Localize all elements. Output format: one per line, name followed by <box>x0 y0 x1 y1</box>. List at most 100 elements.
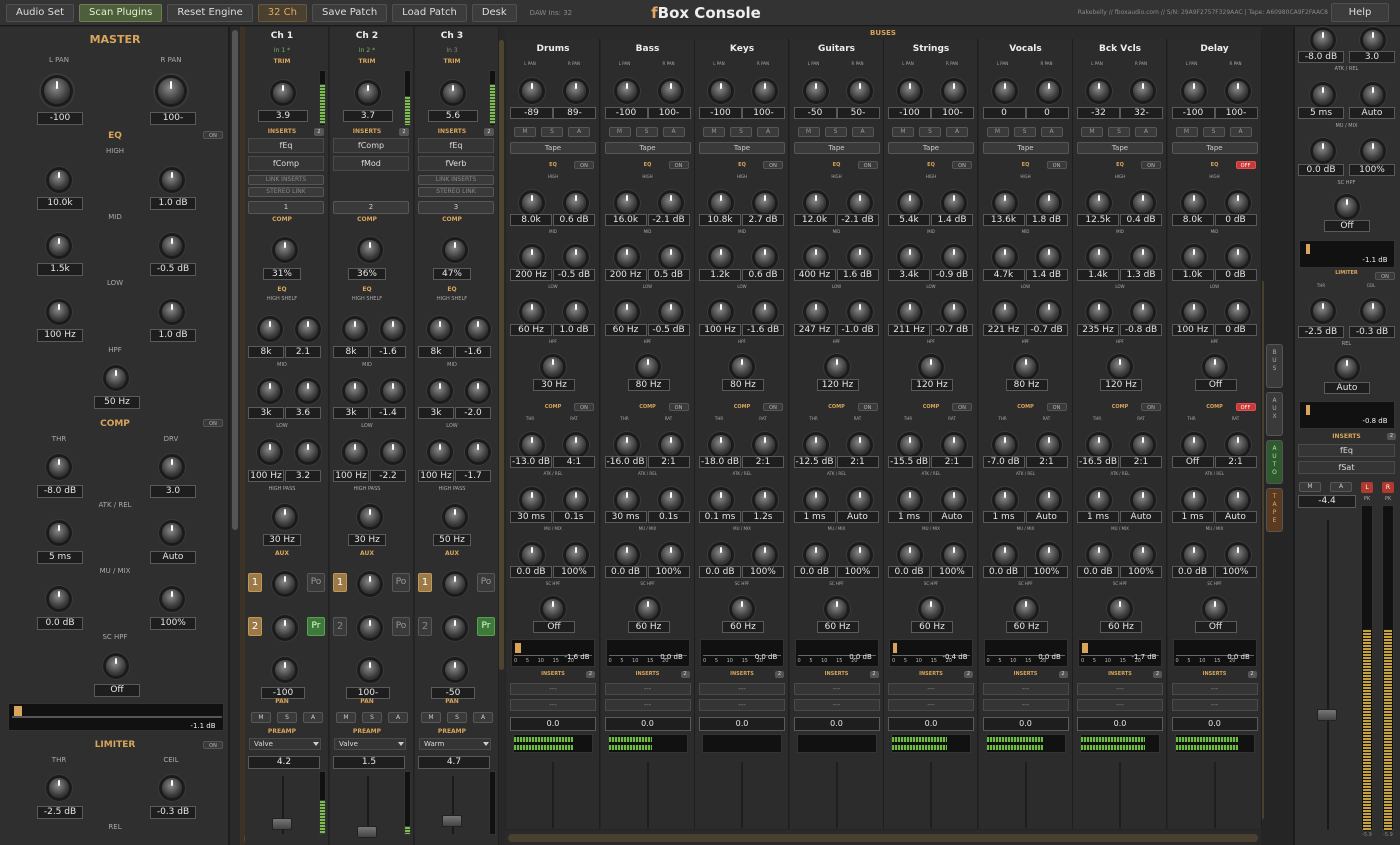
master-eq-on-button[interactable]: ON <box>203 131 223 139</box>
bus-insert-slot-1[interactable]: --- <box>604 683 691 695</box>
bus-insert-slot-1[interactable]: --- <box>793 683 880 695</box>
bus-tape-button[interactable]: Tape <box>604 142 691 154</box>
comp-drv-knob[interactable] <box>162 457 182 477</box>
bus-low-gain-knob[interactable] <box>1227 302 1248 322</box>
bus-m-button[interactable]: M <box>797 127 820 137</box>
bus-thr-knob[interactable] <box>1089 435 1109 455</box>
insert-slot-1[interactable]: fEq <box>248 138 324 153</box>
bus-s-button[interactable]: S <box>1108 127 1130 137</box>
bus-eq-on-button[interactable]: ON <box>952 161 972 169</box>
bus-tape-button[interactable]: Tape <box>1171 142 1258 154</box>
bus-insert-slot-2[interactable]: --- <box>510 699 596 711</box>
aux2-level-knob[interactable] <box>275 618 295 638</box>
bus-m-button[interactable]: M <box>514 127 536 137</box>
l-pan-knob[interactable] <box>44 78 70 104</box>
right-atk-knob[interactable] <box>1313 85 1333 105</box>
aux1-level-knob[interactable] <box>275 574 295 594</box>
bus-atk-knob[interactable] <box>900 490 920 510</box>
bus-high-freq-knob[interactable] <box>616 193 637 213</box>
insert-slot-2[interactable]: fVerb <box>418 156 494 171</box>
bus-rel-knob[interactable] <box>1038 490 1059 510</box>
bus-mid-gain-knob[interactable] <box>1133 247 1153 267</box>
bus-mid-gain-knob[interactable] <box>660 247 681 267</box>
mid-freq-knob[interactable] <box>430 381 450 401</box>
bus-l-pan-knob[interactable] <box>1183 81 1204 101</box>
channel-comp-knob[interactable] <box>275 240 295 260</box>
channel-number-button[interactable]: 3 <box>418 201 494 214</box>
right-limiter-on-button[interactable]: ON <box>1375 272 1395 280</box>
bus-atk-knob[interactable] <box>711 490 731 510</box>
bus-r-pan-knob[interactable] <box>849 81 870 101</box>
side-tab-aux[interactable]: AUX <box>1266 392 1283 436</box>
aux1-send-button[interactable]: 1 <box>248 573 262 592</box>
bus-mu-knob[interactable] <box>616 545 637 565</box>
bus-r-pan-knob[interactable] <box>1133 81 1153 101</box>
r-pan-knob[interactable] <box>158 78 184 104</box>
bus-mix-knob[interactable] <box>1038 545 1059 565</box>
channel-comp-knob[interactable] <box>445 240 465 260</box>
bus-low-freq-knob[interactable] <box>805 302 826 322</box>
bus-rat-knob[interactable] <box>566 435 586 455</box>
bus-r-pan-knob[interactable] <box>1038 81 1059 101</box>
bus-l-pan-knob[interactable] <box>1089 81 1109 101</box>
bus-insert-slot-2[interactable]: --- <box>888 699 974 711</box>
hs-gain-knob[interactable] <box>468 319 488 339</box>
bus-insert-slot-2[interactable]: --- <box>793 699 880 711</box>
bus-rat-knob[interactable] <box>1227 435 1248 455</box>
bus-a-button[interactable]: A <box>757 127 779 137</box>
bus-sc-hpf-knob[interactable] <box>826 599 847 619</box>
bus-a-button[interactable]: A <box>946 127 968 137</box>
bus-tape-button[interactable]: Tape <box>888 142 974 154</box>
bus-high-freq-knob[interactable] <box>1183 193 1204 213</box>
bus-low-gain-knob[interactable] <box>660 302 681 322</box>
bus-l-pan-knob[interactable] <box>900 81 920 101</box>
bus-comp-on-button[interactable]: ON <box>668 403 689 411</box>
aux1-level-knob[interactable] <box>445 574 465 594</box>
channel-comp-knob[interactable] <box>360 240 380 260</box>
hs-freq-knob[interactable] <box>345 319 365 339</box>
bus-thr-knob[interactable] <box>616 435 637 455</box>
bus-a-button[interactable]: A <box>1135 127 1157 137</box>
bus-hpf-knob[interactable] <box>1204 357 1225 377</box>
aux2-send-button[interactable]: 2 <box>333 617 347 636</box>
bus-hpf-knob[interactable] <box>637 357 658 377</box>
low-freq-knob[interactable] <box>430 442 450 462</box>
pan-knob[interactable] <box>445 660 465 680</box>
aux2-level-knob[interactable] <box>445 618 465 638</box>
audio-set-button[interactable]: Audio Set <box>6 3 75 22</box>
bus-tape-button[interactable]: Tape <box>982 142 1069 154</box>
high-freq-knob[interactable] <box>49 170 69 190</box>
insert-slot-2[interactable]: fMod <box>333 156 409 171</box>
low-gain-knob[interactable] <box>383 442 403 462</box>
bus-l-pan-knob[interactable] <box>994 81 1015 101</box>
bus-thr-knob[interactable] <box>805 435 826 455</box>
mid-freq-knob[interactable] <box>49 236 69 256</box>
channel-number-button[interactable]: 2 <box>333 201 409 214</box>
trim-knob[interactable] <box>358 83 378 103</box>
bus-eq-on-button[interactable]: ON <box>1141 161 1161 169</box>
bus-mu-knob[interactable] <box>522 545 542 565</box>
aux2-mode-button[interactable]: Pr <box>307 617 325 636</box>
bus-atk-knob[interactable] <box>805 490 826 510</box>
rel-knob[interactable] <box>162 523 182 543</box>
bus-eq-on-button[interactable]: ON <box>1046 161 1067 169</box>
bus-mix-knob[interactable] <box>944 545 964 565</box>
channel-count-button[interactable]: 32 Ch <box>257 3 307 22</box>
bus-rel-knob[interactable] <box>1227 490 1248 510</box>
bus-low-freq-knob[interactable] <box>522 302 542 322</box>
master-scrollbar[interactable] <box>232 30 238 530</box>
preamp-select[interactable]: Valve <box>249 738 321 750</box>
mid-gain-knob[interactable] <box>298 381 318 401</box>
high-pass-knob[interactable] <box>445 507 465 527</box>
bus-l-pan-knob[interactable] <box>522 81 542 101</box>
mid-gain-knob[interactable] <box>162 236 182 256</box>
bus-sc-hpf-knob[interactable] <box>637 599 658 619</box>
bus-insert-slot-1[interactable]: --- <box>510 683 596 695</box>
bus-high-gain-knob[interactable] <box>660 193 681 213</box>
insert-slot-1[interactable]: fEq <box>418 138 494 153</box>
bus-eq-on-button[interactable]: ON <box>857 161 878 169</box>
channel-m-button[interactable]: M <box>251 712 271 723</box>
bus-thr-knob[interactable] <box>994 435 1015 455</box>
bus-mu-knob[interactable] <box>900 545 920 565</box>
right-sc-hpf-knob[interactable] <box>1337 197 1357 217</box>
